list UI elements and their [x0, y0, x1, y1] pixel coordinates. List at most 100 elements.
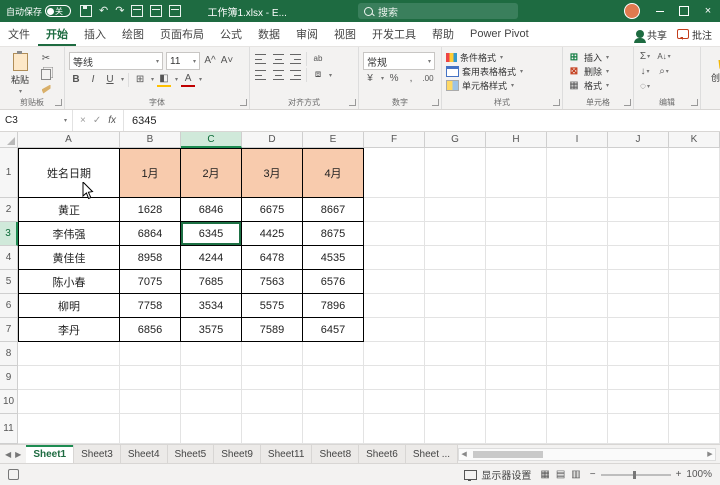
cell-K10[interactable] [669, 390, 720, 414]
ribbon-tab-开发工具[interactable]: 开发工具 [364, 22, 424, 46]
cell-D10[interactable] [242, 390, 303, 414]
fill-color-button[interactable]: ◧ [157, 72, 172, 87]
cell-B4[interactable]: 8958 [120, 246, 181, 270]
cell-G8[interactable] [425, 342, 486, 366]
scroll-left-icon[interactable]: ◀ [459, 450, 469, 458]
find-select-button[interactable]: ⌕ ▾ [657, 65, 671, 78]
cell-F9[interactable] [364, 366, 425, 390]
page-break-view-icon[interactable]: ▥ [571, 469, 580, 480]
cell-C1[interactable]: 2月 [181, 148, 242, 198]
zoom-slider-knob[interactable] [632, 470, 636, 479]
cell-E11[interactable] [303, 414, 364, 444]
cell-C2[interactable]: 6846 [181, 198, 242, 222]
sort-filter-button[interactable]: A↓ ▾ [657, 50, 671, 63]
share-button[interactable]: 共享 [634, 27, 667, 43]
autosum-button[interactable]: Σ ▾ [638, 50, 652, 63]
cell-J7[interactable] [608, 318, 669, 342]
cell-D11[interactable] [242, 414, 303, 444]
cell-J1[interactable] [608, 148, 669, 198]
cell-H9[interactable] [486, 366, 547, 390]
cell-H5[interactable] [486, 270, 547, 294]
ribbon-tab-视图[interactable]: 视图 [326, 22, 364, 46]
cell-K6[interactable] [669, 294, 720, 318]
ribbon-tab-页面布局[interactable]: 页面布局 [152, 22, 212, 46]
cell-D1[interactable]: 3月 [242, 148, 303, 198]
cell-H3[interactable] [486, 222, 547, 246]
cell-F4[interactable] [364, 246, 425, 270]
row-header-4[interactable]: 4 [0, 246, 18, 270]
cell-H2[interactable] [486, 198, 547, 222]
number-format-select[interactable]: 常规 ▾ [363, 52, 435, 70]
clear-button[interactable]: ◌ ▾ [638, 80, 652, 93]
cell-G5[interactable] [425, 270, 486, 294]
cell-J4[interactable] [608, 246, 669, 270]
cell-J11[interactable] [608, 414, 669, 444]
alignment-dialog-launcher[interactable] [349, 99, 356, 106]
cell-D9[interactable] [242, 366, 303, 390]
cell-styles-button[interactable]: 单元格样式 ▾ [446, 79, 558, 92]
ribbon-tab-文件[interactable]: 文件 [0, 22, 38, 46]
sheet-tab-Sheet8[interactable]: Sheet8 [312, 445, 360, 463]
cell-C11[interactable] [181, 414, 242, 444]
cells-dialog-launcher[interactable] [624, 99, 631, 106]
cell-G3[interactable] [425, 222, 486, 246]
cell-J10[interactable] [608, 390, 669, 414]
row-header-8[interactable]: 8 [0, 342, 18, 366]
cell-G9[interactable] [425, 366, 486, 390]
insert-cells-button[interactable]: ⊞ 插入 ▾ [567, 51, 629, 64]
sheet-tab-Sheet4[interactable]: Sheet4 [120, 445, 168, 463]
autosave-switch[interactable]: 关 [45, 5, 72, 17]
cell-I4[interactable] [547, 246, 608, 270]
macro-record-icon[interactable] [8, 469, 19, 480]
cell-J9[interactable] [608, 366, 669, 390]
enter-entry-icon[interactable]: ✓ [93, 115, 101, 126]
cell-F11[interactable] [364, 414, 425, 444]
column-header-K[interactable]: K [669, 132, 720, 148]
user-avatar[interactable] [624, 3, 640, 19]
comments-button[interactable]: 批注 [677, 27, 712, 42]
ribbon-tab-帮助[interactable]: 帮助 [424, 22, 462, 46]
conditional-formatting-button[interactable]: 条件格式 ▾ [446, 51, 558, 64]
column-header-F[interactable]: F [364, 132, 425, 148]
shrink-font-button[interactable]: A˅ [220, 55, 234, 68]
cell-K2[interactable] [669, 198, 720, 222]
cell-K11[interactable] [669, 414, 720, 444]
cell-B3[interactable]: 6864 [120, 222, 181, 246]
scroll-right-icon[interactable]: ▶ [705, 450, 715, 458]
cell-E2[interactable]: 8667 [303, 198, 364, 222]
paste-button[interactable]: 粘贴 ▾ [4, 51, 36, 96]
search-input[interactable]: 搜索 [358, 3, 518, 19]
cell-F5[interactable] [364, 270, 425, 294]
cell-A7[interactable]: 李丹 [18, 318, 120, 342]
copy-button[interactable] [39, 68, 53, 81]
cell-G7[interactable] [425, 318, 486, 342]
zoom-in-icon[interactable]: + [676, 469, 682, 480]
align-center-button[interactable] [271, 69, 285, 82]
ribbon-tab-开始[interactable]: 开始 [38, 22, 76, 46]
cell-A2[interactable]: 黄正 [18, 198, 120, 222]
cell-G11[interactable] [425, 414, 486, 444]
cell-B5[interactable]: 7075 [120, 270, 181, 294]
align-left-button[interactable] [254, 69, 268, 82]
close-button[interactable]: × [696, 0, 720, 22]
cell-I1[interactable] [547, 148, 608, 198]
ideas-button[interactable]: 创意 [705, 50, 720, 94]
styles-dialog-launcher[interactable] [553, 99, 560, 106]
cell-A3[interactable]: 李伟强 [18, 222, 120, 246]
row-header-6[interactable]: 6 [0, 294, 18, 318]
cell-H11[interactable] [486, 414, 547, 444]
cell-H1[interactable] [486, 148, 547, 198]
cell-B11[interactable] [120, 414, 181, 444]
cell-E9[interactable] [303, 366, 364, 390]
sheet-tab-Sheet ...[interactable]: Sheet ... [405, 445, 459, 463]
cell-D8[interactable] [242, 342, 303, 366]
cell-C7[interactable]: 3575 [181, 318, 242, 342]
cell-H10[interactable] [486, 390, 547, 414]
cell-B9[interactable] [120, 366, 181, 390]
cell-A11[interactable] [18, 414, 120, 444]
cell-I8[interactable] [547, 342, 608, 366]
cell-E5[interactable]: 6576 [303, 270, 364, 294]
name-box[interactable]: C3 ▾ [0, 110, 73, 131]
column-header-I[interactable]: I [547, 132, 608, 148]
cell-B1[interactable]: 1月 [120, 148, 181, 198]
